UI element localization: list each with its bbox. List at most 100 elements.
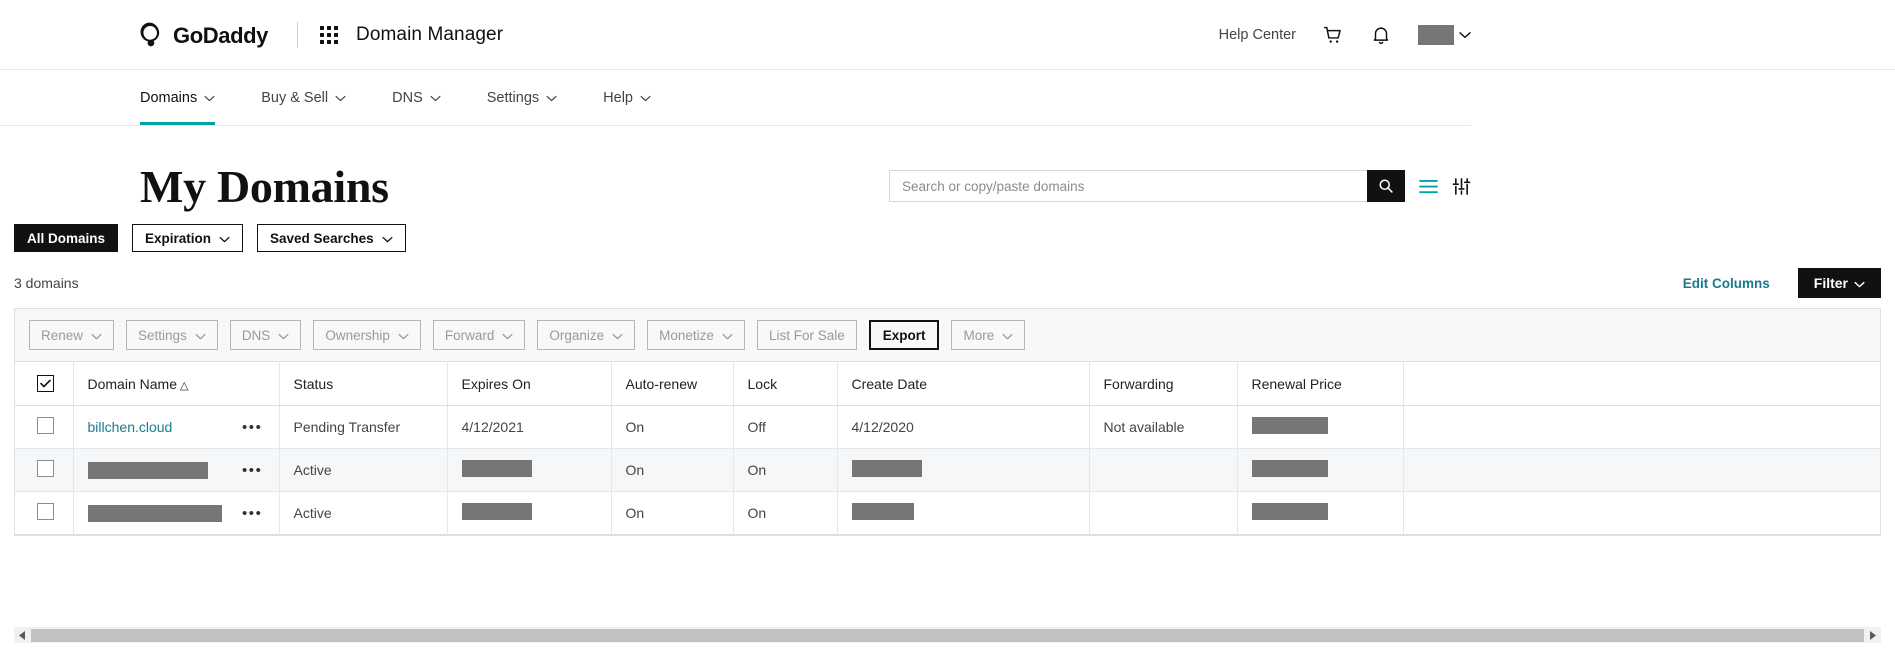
- column-label: Auto-renew: [625, 375, 698, 392]
- redacted-value: [87, 504, 222, 522]
- chevron-down-icon: [430, 90, 441, 106]
- action-label: Settings: [138, 327, 187, 343]
- top-header-bar: GoDaddy Domain Manager Help Center: [0, 0, 1895, 70]
- chevron-down-icon: [546, 90, 557, 106]
- nav-item-buy-sell[interactable]: Buy & Sell: [261, 70, 346, 125]
- tab-all-domains[interactable]: All Domains: [14, 224, 119, 252]
- cell-renewal-price: [1237, 405, 1404, 449]
- bell-icon[interactable]: [1370, 24, 1392, 46]
- column-header-create-date[interactable]: Create Date: [837, 362, 1090, 406]
- godaddy-logo[interactable]: GoDaddy: [140, 22, 275, 48]
- row-checkbox[interactable]: [37, 417, 54, 434]
- row-checkbox[interactable]: [37, 503, 54, 520]
- cell-spacer: [1403, 448, 1880, 492]
- chevron-down-icon: [204, 90, 215, 106]
- column-header-forwarding[interactable]: Forwarding: [1089, 362, 1238, 406]
- nav-item-dns[interactable]: DNS: [392, 70, 441, 125]
- chevron-down-icon: [195, 328, 206, 343]
- chevron-down-icon: [1854, 275, 1865, 291]
- redacted-value: [1251, 460, 1328, 477]
- settings-sliders-icon[interactable]: [1452, 177, 1471, 195]
- cell-status: Pending Transfer: [279, 405, 448, 449]
- action-label: More: [963, 327, 995, 343]
- table-row[interactable]: ••• Active On On: [15, 491, 1880, 535]
- row-menu-icon[interactable]: •••: [242, 506, 263, 521]
- page-title: My Domains: [140, 161, 389, 212]
- table-row[interactable]: ••• Active On On: [15, 448, 1880, 492]
- edit-columns-link[interactable]: Edit Columns: [1683, 276, 1770, 291]
- nav-item-help[interactable]: Help: [603, 70, 651, 125]
- row-menu-icon[interactable]: •••: [242, 420, 263, 435]
- list-view-icon[interactable]: [1419, 179, 1438, 194]
- column-header-status[interactable]: Status: [279, 362, 448, 406]
- column-header-auto-renew[interactable]: Auto-renew: [611, 362, 734, 406]
- column-header-renewal-price[interactable]: Renewal Price: [1237, 362, 1404, 406]
- chevron-down-icon: [278, 328, 289, 343]
- column-label: Forwarding: [1103, 375, 1174, 392]
- cart-icon[interactable]: [1322, 24, 1344, 46]
- action-label: Ownership: [325, 327, 390, 343]
- action-more[interactable]: More: [951, 320, 1026, 350]
- column-header-lock[interactable]: Lock: [733, 362, 838, 406]
- horizontal-scrollbar[interactable]: [14, 627, 1881, 643]
- scroll-right-arrow-icon[interactable]: [1864, 627, 1881, 643]
- nav-item-label: Help: [603, 89, 633, 106]
- help-center-link[interactable]: Help Center: [1219, 27, 1296, 43]
- select-all-checkbox[interactable]: [37, 375, 54, 392]
- chevron-down-icon: [91, 328, 102, 343]
- tab-saved-searches[interactable]: Saved Searches: [257, 224, 406, 252]
- cell-create-date: [837, 448, 1090, 492]
- redacted-value: [87, 461, 208, 479]
- domain-link[interactable]: billchen.cloud: [88, 419, 173, 435]
- scrollbar-thumb[interactable]: [31, 628, 1864, 642]
- redacted-value: [1251, 417, 1328, 434]
- search-box: [889, 170, 1405, 202]
- app-grid-icon[interactable]: [320, 25, 338, 44]
- action-settings[interactable]: Settings: [126, 320, 218, 350]
- scroll-left-arrow-icon[interactable]: [14, 627, 31, 643]
- redacted-value: [851, 460, 922, 477]
- action-dns[interactable]: DNS: [229, 320, 302, 350]
- action-forward[interactable]: Forward: [432, 320, 526, 350]
- chevron-down-icon: [398, 328, 409, 343]
- action-renew[interactable]: Renew: [29, 320, 115, 350]
- cell-lock: On: [733, 448, 838, 492]
- nav-item-label: Buy & Sell: [261, 89, 329, 106]
- search-button[interactable]: [1367, 170, 1405, 202]
- row-checkbox[interactable]: [37, 460, 54, 477]
- action-export[interactable]: Export: [868, 320, 940, 350]
- action-list-for-sale[interactable]: List For Sale: [756, 320, 857, 350]
- table-row[interactable]: billchen.cloud ••• Pending Transfer 4/12…: [15, 405, 1880, 449]
- column-label: Lock: [747, 375, 778, 392]
- column-header-expires-on[interactable]: Expires On: [447, 362, 612, 406]
- action-label: DNS: [241, 327, 271, 343]
- table-controls: Edit Columns Filter: [1683, 268, 1881, 298]
- action-ownership[interactable]: Ownership: [313, 320, 421, 350]
- column-header-domain-name[interactable]: Domain Name △: [73, 362, 280, 406]
- filter-button[interactable]: Filter: [1797, 268, 1881, 298]
- tab-expiration[interactable]: Expiration: [132, 224, 244, 252]
- action-label: Renew: [41, 327, 84, 343]
- account-menu[interactable]: [1418, 25, 1471, 45]
- sort-asc-icon: △: [179, 379, 189, 392]
- cell-expires-on: [447, 491, 612, 535]
- tab-label: Expiration: [145, 230, 212, 246]
- cell-forwarding: [1089, 491, 1238, 535]
- nav-item-domains[interactable]: Domains: [140, 70, 216, 125]
- nav-item-label: Domains: [140, 89, 198, 106]
- action-organize[interactable]: Organize: [537, 320, 636, 350]
- cell-lock: Off: [733, 405, 838, 449]
- row-menu-icon[interactable]: •••: [242, 463, 263, 478]
- action-label: Organize: [549, 327, 605, 343]
- search-input[interactable]: [889, 170, 1367, 202]
- nav-item-label: Settings: [486, 89, 540, 106]
- column-label: Status: [293, 375, 334, 392]
- brand-group: GoDaddy Domain Manager: [140, 21, 503, 48]
- action-monetize[interactable]: Monetize: [647, 320, 745, 350]
- filter-tabs-row: All Domains Expiration Saved Searches: [0, 210, 1895, 252]
- nav-item-settings[interactable]: Settings: [487, 70, 557, 125]
- cell-lock: On: [733, 491, 838, 535]
- chevron-down-icon: [1002, 328, 1013, 343]
- page-title-row: My Domains: [0, 126, 1895, 210]
- chevron-down-icon: [335, 90, 346, 106]
